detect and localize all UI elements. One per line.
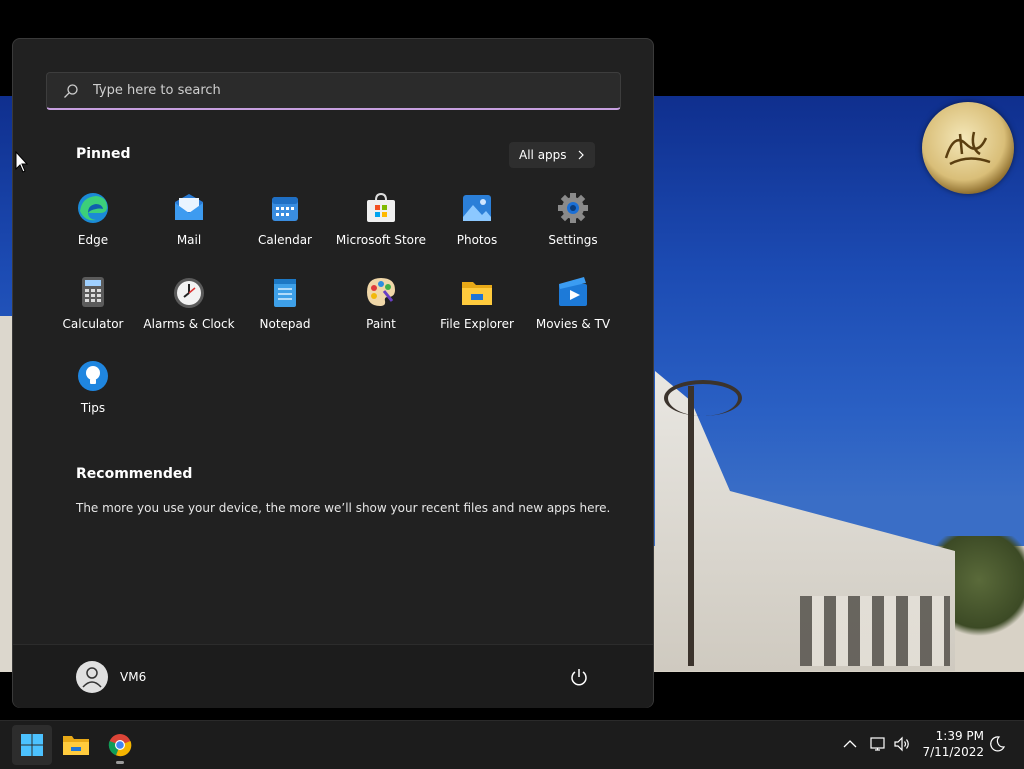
paint-icon (364, 275, 398, 309)
network-icon[interactable] (869, 735, 887, 753)
user-name: VM6 (120, 670, 147, 684)
app-label: Calendar (258, 233, 312, 247)
pinned-app-paint[interactable]: Paint (333, 271, 429, 355)
user-account-button[interactable]: VM6 (76, 661, 146, 693)
all-apps-button[interactable]: All apps (509, 142, 595, 168)
recommended-empty-text: The more you use your device, the more w… (76, 501, 611, 515)
search-input[interactable] (91, 82, 575, 99)
pinned-app-calculator[interactable]: Calculator (45, 271, 141, 355)
pinned-app-tips[interactable]: Tips (45, 355, 141, 439)
pinned-app-microsoft-store[interactable]: Microsoft Store (333, 187, 429, 271)
street-lamp-head (664, 380, 742, 416)
user-icon (82, 667, 102, 688)
lightbulb-icon (76, 359, 110, 393)
street-lamp (688, 386, 694, 666)
app-label: Movies & TV (535, 317, 611, 331)
power-icon[interactable] (569, 667, 589, 687)
app-label: Tips (80, 401, 106, 415)
building-windows (800, 596, 950, 666)
app-label: File Explorer (440, 317, 514, 331)
running-indicator (116, 761, 124, 764)
mouse-cursor (15, 151, 29, 173)
pinned-app-edge[interactable]: Edge (45, 187, 141, 271)
app-label: Paint (366, 317, 396, 331)
app-label: Alarms & Clock (143, 317, 235, 331)
app-label: Edge (77, 233, 109, 247)
app-label: Mail (176, 233, 202, 247)
app-label: Calculator (62, 317, 124, 331)
avatar (76, 661, 108, 693)
pinned-app-movies-tv[interactable]: Movies & TV (525, 271, 621, 355)
edge-icon (76, 191, 110, 225)
pinned-apps-grid: Edge Mail Calendar Microsoft Store Photo… (45, 187, 621, 439)
app-label: Settings (548, 233, 598, 247)
file-explorer-icon (63, 736, 89, 755)
notepad-icon (268, 275, 302, 309)
mail-icon (172, 191, 206, 225)
search-box[interactable] (46, 72, 621, 110)
app-label: Notepad (259, 317, 311, 331)
focus-assist-moon-icon[interactable] (988, 735, 1006, 753)
recommended-heading: Recommended (76, 466, 193, 482)
pinned-heading: Pinned (76, 146, 131, 162)
pinned-app-notepad[interactable]: Notepad (237, 271, 333, 355)
pinned-app-mail[interactable]: Mail (141, 187, 237, 271)
volume-icon[interactable] (893, 735, 911, 753)
quran-seal-logo (922, 102, 1014, 194)
start-menu-footer: VM6 (13, 644, 653, 708)
pinned-app-settings[interactable]: Settings (525, 187, 621, 271)
calligraphy-emblem (944, 131, 991, 166)
gear-icon (556, 191, 590, 225)
store-icon (364, 191, 398, 225)
taskbar: 1:39 PM 7/11/2022 (0, 720, 1024, 769)
windows-start-icon (21, 734, 43, 756)
clock-time: 1:39 PM (935, 729, 984, 743)
start-menu: Pinned All apps Edge (12, 38, 654, 708)
chevron-up-icon[interactable] (841, 735, 859, 753)
movies-icon (556, 275, 590, 309)
search-icon (64, 83, 78, 98)
app-label: Photos (456, 233, 498, 247)
pinned-app-photos[interactable]: Photos (429, 187, 525, 271)
pinned-app-alarms-clock[interactable]: Alarms & Clock (141, 271, 237, 355)
taskbar-file-explorer[interactable] (56, 725, 96, 765)
calculator-icon (76, 275, 110, 309)
pinned-app-file-explorer[interactable]: File Explorer (429, 271, 525, 355)
chrome-icon (108, 734, 132, 757)
clock-date: 7/11/2022 (922, 745, 984, 759)
all-apps-label: All apps (519, 148, 567, 162)
chevron-right-icon (578, 150, 584, 160)
start-button[interactable] (12, 725, 52, 765)
clock-icon (172, 275, 206, 309)
taskbar-chrome[interactable] (100, 725, 140, 765)
calendar-icon (268, 191, 302, 225)
app-label: Microsoft Store (335, 233, 427, 247)
clock[interactable]: 1:39 PM 7/11/2022 (918, 728, 984, 760)
photos-icon (460, 191, 494, 225)
pinned-app-calendar[interactable]: Calendar (237, 187, 333, 271)
folder-icon (460, 275, 494, 309)
